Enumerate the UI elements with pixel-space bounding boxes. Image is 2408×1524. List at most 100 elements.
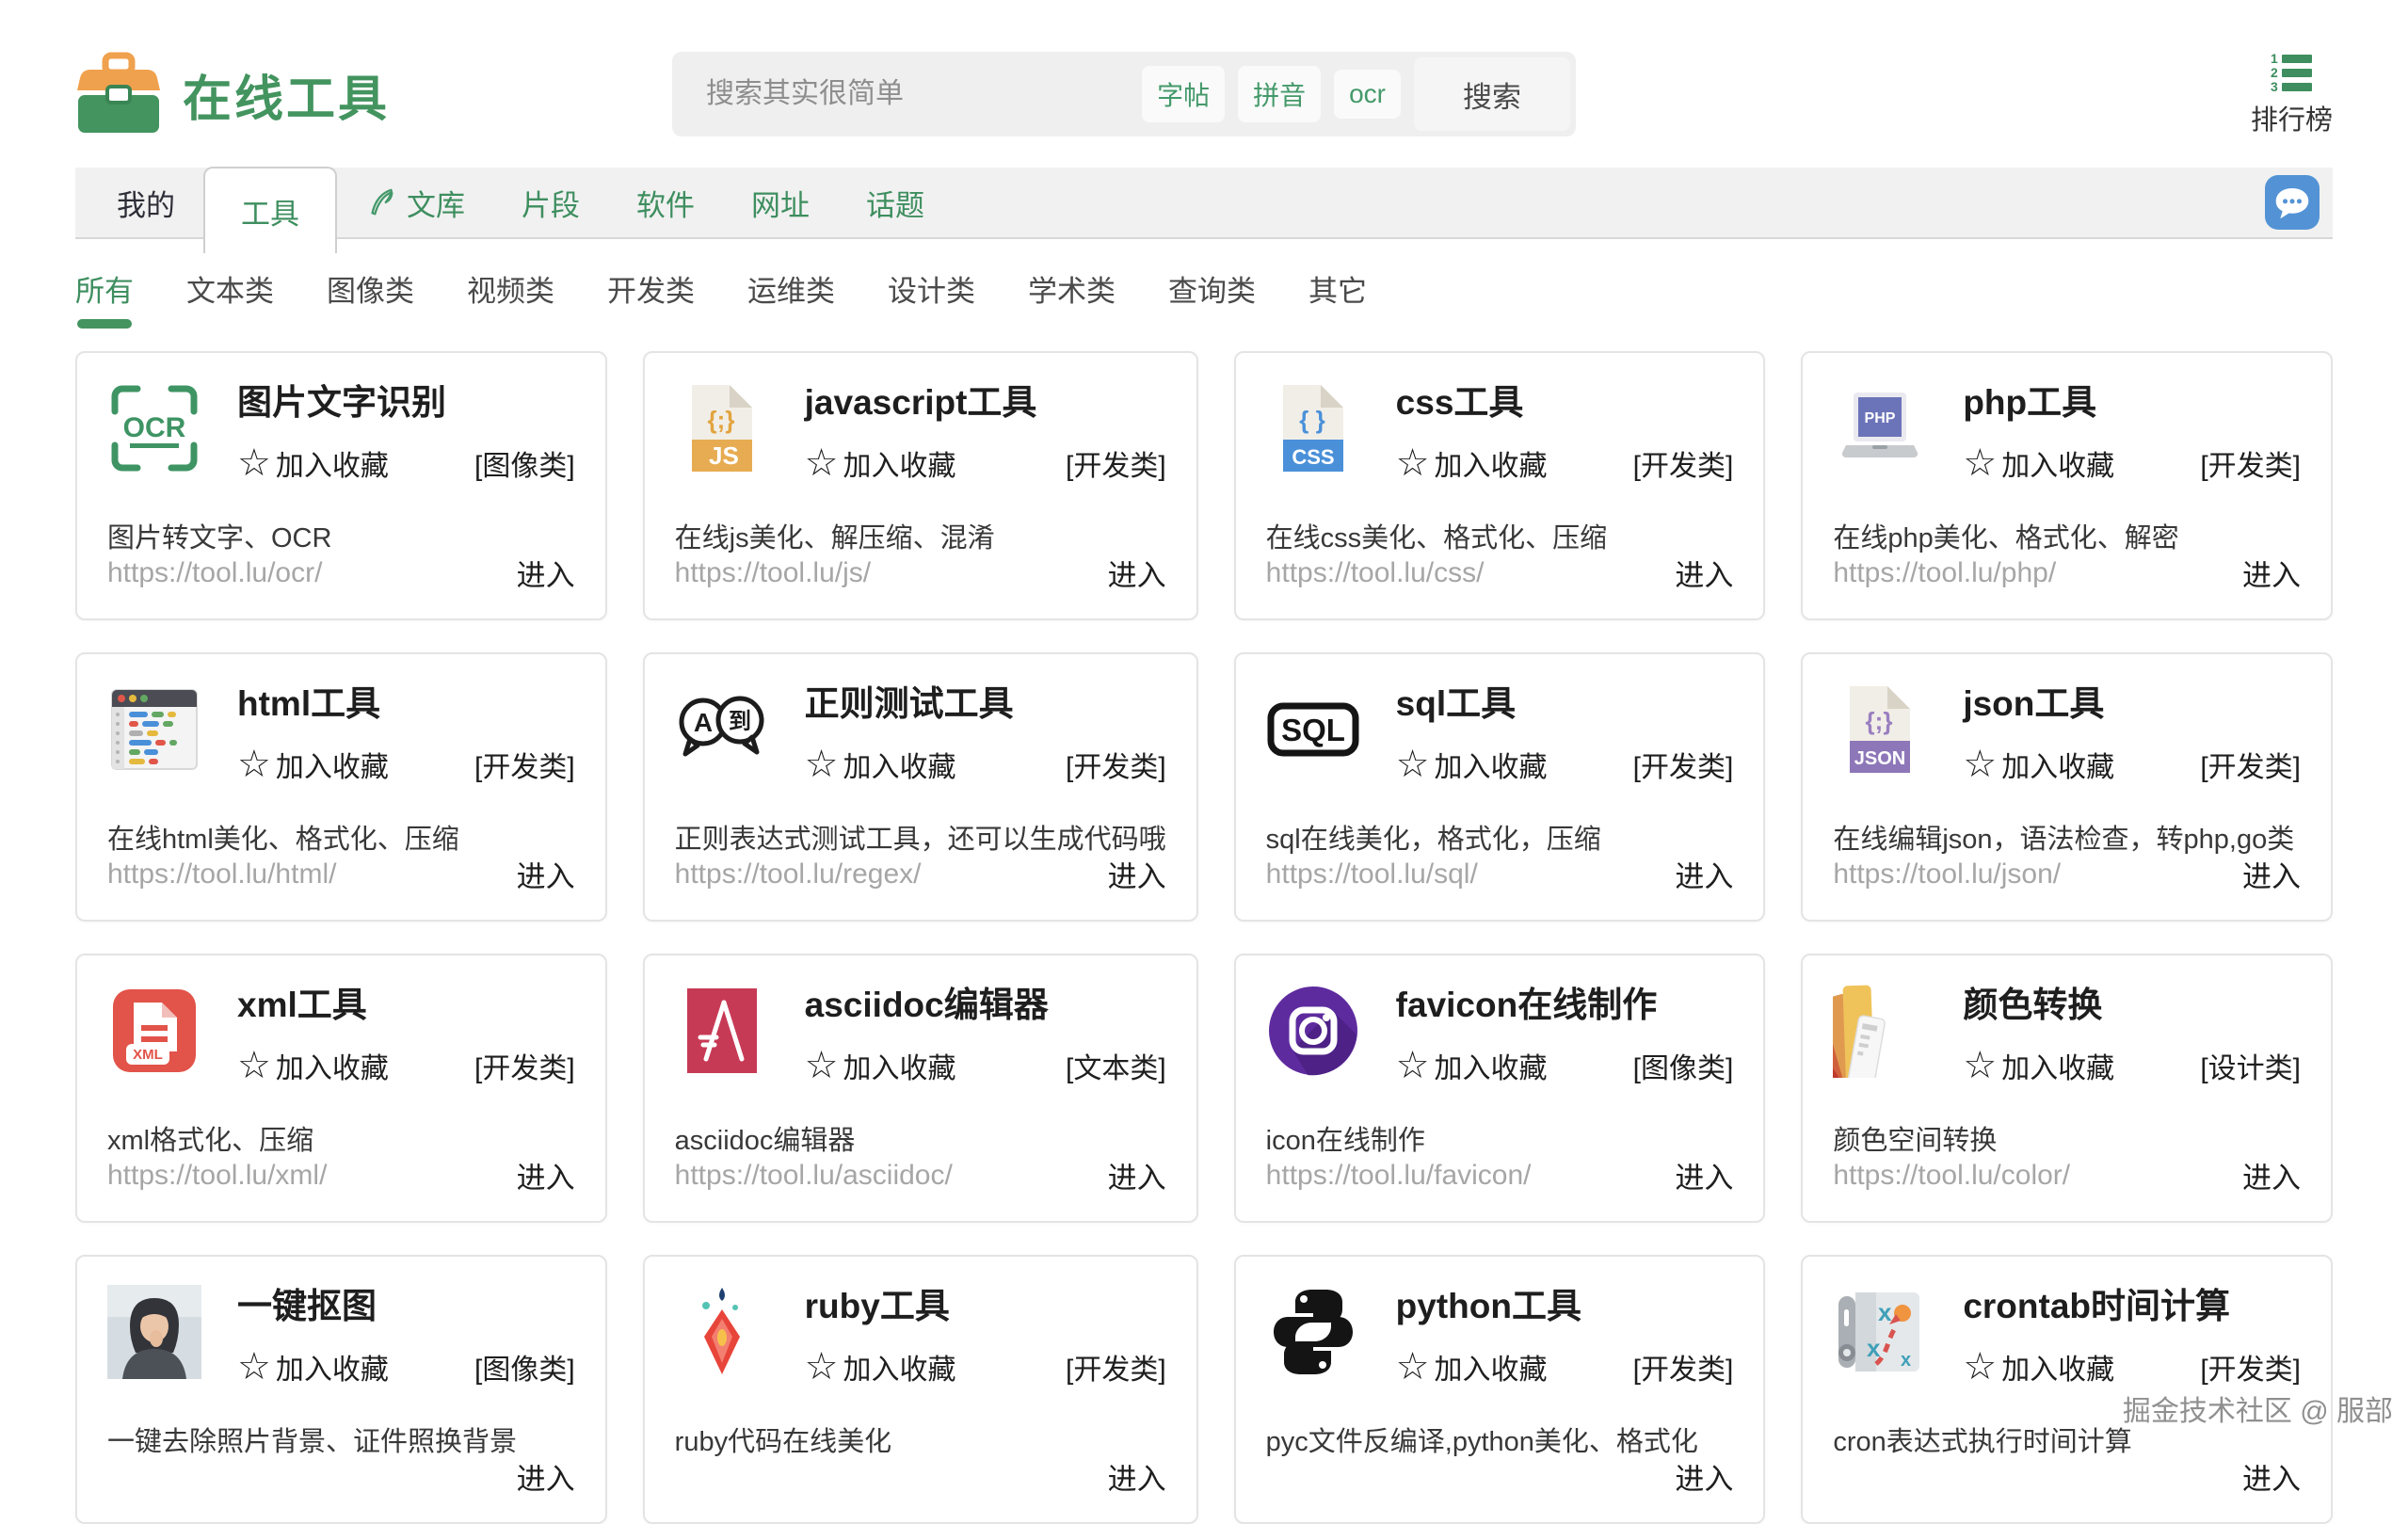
card-category-tag[interactable]: [开发类] bbox=[1066, 1346, 1166, 1388]
tool-card-1: OCR 图片文字识别 加入收藏 [图像类] 图片转文字、OCR https://… bbox=[75, 351, 607, 620]
category-运维类[interactable]: 运维类 bbox=[747, 267, 835, 329]
search-tag-字帖[interactable]: 字帖 bbox=[1142, 66, 1225, 122]
favorite-button[interactable]: 加入收藏 bbox=[1963, 1346, 2114, 1388]
enter-link[interactable]: 进入 bbox=[1675, 853, 1733, 895]
favorite-button[interactable]: 加入收藏 bbox=[237, 744, 389, 785]
tab-话题[interactable]: 话题 bbox=[838, 168, 953, 237]
enter-link[interactable]: 进入 bbox=[517, 1154, 575, 1196]
favorite-button[interactable]: 加入收藏 bbox=[805, 442, 956, 484]
card-head: python工具 加入收藏 [开发类] bbox=[1266, 1285, 1734, 1388]
enter-link[interactable]: 进入 bbox=[1675, 1455, 1733, 1498]
card-category-tag[interactable]: [开发类] bbox=[1633, 1346, 1734, 1388]
card-title[interactable]: favicon在线制作 bbox=[1396, 986, 1734, 1026]
card-category-tag[interactable]: [开发类] bbox=[1633, 442, 1734, 484]
card-title[interactable]: sql工具 bbox=[1396, 684, 1734, 725]
favorite-button[interactable]: 加入收藏 bbox=[1963, 442, 2114, 484]
search-input[interactable] bbox=[704, 77, 1142, 111]
favorite-button[interactable]: 加入收藏 bbox=[1396, 1045, 1548, 1086]
tab-软件[interactable]: 软件 bbox=[608, 168, 723, 237]
card-title[interactable]: 一键抠图 bbox=[237, 1287, 575, 1327]
card-title[interactable]: html工具 bbox=[237, 684, 575, 725]
favorite-button[interactable]: 加入收藏 bbox=[1963, 744, 2114, 785]
category-文本类[interactable]: 文本类 bbox=[186, 267, 274, 329]
card-title[interactable]: 图片文字识别 bbox=[237, 383, 575, 424]
enter-link[interactable]: 进入 bbox=[2242, 552, 2301, 594]
tool-card-5: html工具 加入收藏 [开发类] 在线html美化、格式化、压缩 https:… bbox=[75, 652, 607, 922]
category-设计类[interactable]: 设计类 bbox=[888, 267, 975, 329]
card-category-tag[interactable]: [开发类] bbox=[1633, 744, 1734, 785]
favorite-label: 加入收藏 bbox=[2001, 1045, 2114, 1086]
card-title[interactable]: css工具 bbox=[1396, 383, 1734, 424]
enter-link[interactable]: 进入 bbox=[517, 853, 575, 895]
enter-link[interactable]: 进入 bbox=[1108, 853, 1166, 895]
enter-link[interactable]: 进入 bbox=[2242, 1154, 2301, 1196]
search-tag-拼音[interactable]: 拼音 bbox=[1238, 66, 1321, 122]
card-title[interactable]: javascript工具 bbox=[805, 383, 1166, 424]
search-button[interactable]: 搜索 bbox=[1414, 57, 1570, 131]
favorite-button[interactable]: 加入收藏 bbox=[1396, 1346, 1548, 1388]
site-logo[interactable]: 在线工具 bbox=[75, 51, 390, 137]
card-category-tag[interactable]: [开发类] bbox=[474, 1045, 575, 1086]
card-title[interactable]: xml工具 bbox=[237, 986, 575, 1026]
favorite-label: 加入收藏 bbox=[2001, 442, 2114, 484]
card-category-tag[interactable]: [图像类] bbox=[474, 442, 575, 484]
json-file-icon: {;}JSON bbox=[1833, 682, 1927, 777]
card-title[interactable]: 正则测试工具 bbox=[805, 684, 1166, 725]
js-file-icon: {;}JS bbox=[675, 381, 769, 475]
tab-label: 我的 bbox=[117, 182, 175, 224]
card-category-tag[interactable]: [开发类] bbox=[1066, 442, 1166, 484]
favorite-button[interactable]: 加入收藏 bbox=[805, 744, 956, 785]
card-category-tag[interactable]: [图像类] bbox=[474, 1346, 575, 1388]
search-tag-ocr[interactable]: ocr bbox=[1334, 70, 1401, 119]
card-title[interactable]: ruby工具 bbox=[805, 1287, 1166, 1327]
favorite-button[interactable]: 加入收藏 bbox=[1396, 744, 1548, 785]
enter-link[interactable]: 进入 bbox=[2242, 853, 2301, 895]
card-title[interactable]: python工具 bbox=[1396, 1287, 1734, 1327]
enter-link[interactable]: 进入 bbox=[1108, 1455, 1166, 1498]
ruby-gem-icon bbox=[675, 1285, 769, 1379]
category-查询类[interactable]: 查询类 bbox=[1168, 267, 1256, 329]
card-title[interactable]: 颜色转换 bbox=[1963, 986, 2301, 1026]
favorite-button[interactable]: 加入收藏 bbox=[805, 1346, 956, 1388]
card-category-tag[interactable]: [开发类] bbox=[2200, 1346, 2301, 1388]
category-学术类[interactable]: 学术类 bbox=[1028, 267, 1116, 329]
enter-link[interactable]: 进入 bbox=[2242, 1455, 2301, 1498]
enter-link[interactable]: 进入 bbox=[1108, 552, 1166, 594]
card-category-tag[interactable]: [开发类] bbox=[1066, 744, 1166, 785]
category-其它[interactable]: 其它 bbox=[1308, 267, 1367, 329]
tab-文库[interactable]: 文库 bbox=[337, 168, 493, 237]
category-开发类[interactable]: 开发类 bbox=[607, 267, 695, 329]
tab-工具[interactable]: 工具 bbox=[203, 167, 337, 253]
card-category-tag[interactable]: [文本类] bbox=[1066, 1045, 1166, 1086]
card-category-tag[interactable]: [开发类] bbox=[2200, 744, 2301, 785]
tab-片段[interactable]: 片段 bbox=[493, 168, 608, 237]
enter-link[interactable]: 进入 bbox=[517, 1455, 575, 1498]
favorite-button[interactable]: 加入收藏 bbox=[1396, 442, 1548, 484]
card-category-tag[interactable]: [开发类] bbox=[2200, 442, 2301, 484]
category-视频类[interactable]: 视频类 bbox=[467, 267, 554, 329]
card-category-tag[interactable]: [图像类] bbox=[1633, 1045, 1734, 1086]
svg-text:x: x bbox=[1867, 1334, 1881, 1362]
favorite-button[interactable]: 加入收藏 bbox=[237, 442, 389, 484]
tab-网址[interactable]: 网址 bbox=[723, 168, 838, 237]
enter-link[interactable]: 进入 bbox=[1675, 1154, 1733, 1196]
card-title[interactable]: asciidoc编辑器 bbox=[805, 986, 1166, 1026]
quill-icon bbox=[365, 186, 397, 218]
category-图像类[interactable]: 图像类 bbox=[327, 267, 414, 329]
card-title[interactable]: crontab时间计算 bbox=[1963, 1287, 2301, 1327]
enter-link[interactable]: 进入 bbox=[517, 552, 575, 594]
card-category-tag[interactable]: [开发类] bbox=[474, 744, 575, 785]
category-所有[interactable]: 所有 bbox=[75, 267, 134, 329]
ranking-link[interactable]: 123 排行榜 bbox=[2251, 51, 2333, 137]
favorite-button[interactable]: 加入收藏 bbox=[237, 1045, 389, 1086]
card-title[interactable]: json工具 bbox=[1963, 684, 2301, 725]
tab-我的[interactable]: 我的 bbox=[88, 168, 203, 237]
card-category-tag[interactable]: [设计类] bbox=[2200, 1045, 2301, 1086]
favorite-button[interactable]: 加入收藏 bbox=[237, 1346, 389, 1388]
favorite-button[interactable]: 加入收藏 bbox=[805, 1045, 956, 1086]
card-title[interactable]: php工具 bbox=[1963, 383, 2301, 424]
chat-button[interactable] bbox=[2265, 175, 2320, 230]
enter-link[interactable]: 进入 bbox=[1675, 552, 1733, 594]
favorite-button[interactable]: 加入收藏 bbox=[1963, 1045, 2114, 1086]
enter-link[interactable]: 进入 bbox=[1108, 1154, 1166, 1196]
